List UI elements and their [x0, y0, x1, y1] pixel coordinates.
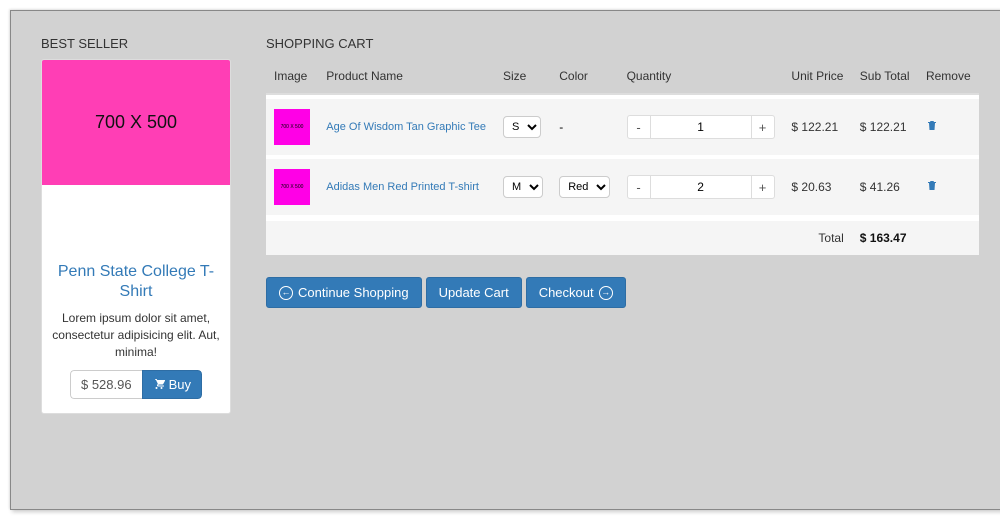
best-seller-card: 700 X 500 Penn State College T-Shirt Lor…: [41, 59, 231, 414]
col-sub-total: Sub Total: [852, 59, 918, 95]
table-row: 700 X 500 Age Of Wisdom Tan Graphic Tee …: [266, 95, 979, 155]
item-thumb: 700 X 500: [274, 169, 310, 205]
item-sub-total: $ 122.21: [852, 95, 918, 155]
cart-icon: [153, 377, 165, 392]
continue-label: Continue Shopping: [298, 285, 409, 300]
qty-input[interactable]: [651, 115, 751, 139]
app-frame: BEST SELLER 700 X 500 Penn State College…: [10, 10, 1000, 510]
item-name-link[interactable]: Adidas Men Red Printed T-shirt: [326, 181, 479, 193]
cart-title: SHOPPING CART: [266, 36, 979, 51]
item-color: -: [559, 120, 563, 134]
product-description: Lorem ipsum dolor sit amet, consectetur …: [52, 310, 220, 360]
col-quantity: Quantity: [619, 59, 784, 95]
cart-table: Image Product Name Size Color Quantity U…: [266, 59, 979, 255]
quantity-stepper: - +: [627, 175, 775, 199]
size-select[interactable]: S: [503, 116, 541, 138]
item-unit-price: $ 122.21: [783, 95, 851, 155]
col-remove: Remove: [918, 59, 979, 95]
col-product-name: Product Name: [318, 59, 495, 95]
action-bar: ← Continue Shopping Update Cart Checkout…: [266, 277, 979, 308]
col-unit-price: Unit Price: [783, 59, 851, 95]
table-row: 700 X 500 Adidas Men Red Printed T-shirt…: [266, 155, 979, 215]
item-name-link[interactable]: Age Of Wisdom Tan Graphic Tee: [326, 121, 486, 133]
total-value: $ 163.47: [852, 215, 918, 255]
product-image-placeholder: 700 X 500: [42, 60, 230, 185]
total-label: Total: [266, 215, 852, 255]
quantity-stepper: - +: [627, 115, 775, 139]
trash-icon[interactable]: [926, 120, 938, 135]
arrow-left-circle-icon: ←: [279, 286, 293, 300]
price-row: $ 528.96 Buy: [70, 370, 202, 399]
sidebar-title: BEST SELLER: [41, 36, 231, 51]
buy-button[interactable]: Buy: [142, 370, 202, 399]
checkout-button[interactable]: Checkout →: [526, 277, 626, 308]
qty-increase-button[interactable]: +: [751, 175, 775, 199]
col-color: Color: [551, 59, 618, 95]
update-label: Update Cart: [439, 285, 509, 300]
item-thumb: 700 X 500: [274, 109, 310, 145]
product-title[interactable]: Penn State College T-Shirt: [52, 262, 220, 302]
color-select[interactable]: Red: [559, 176, 610, 198]
checkout-label: Checkout: [539, 285, 594, 300]
col-size: Size: [495, 59, 551, 95]
qty-decrease-button[interactable]: -: [627, 175, 651, 199]
qty-decrease-button[interactable]: -: [627, 115, 651, 139]
item-sub-total: $ 41.26: [852, 155, 918, 215]
buy-button-label: Buy: [169, 377, 191, 392]
total-row: Total $ 163.47: [266, 215, 979, 255]
arrow-right-circle-icon: →: [599, 286, 613, 300]
layout: BEST SELLER 700 X 500 Penn State College…: [41, 36, 979, 414]
qty-increase-button[interactable]: +: [751, 115, 775, 139]
qty-input[interactable]: [651, 175, 751, 199]
continue-shopping-button[interactable]: ← Continue Shopping: [266, 277, 422, 308]
table-header-row: Image Product Name Size Color Quantity U…: [266, 59, 979, 95]
sidebar: BEST SELLER 700 X 500 Penn State College…: [41, 36, 231, 414]
product-price: $ 528.96: [70, 370, 142, 399]
trash-icon[interactable]: [926, 180, 938, 195]
size-select[interactable]: M: [503, 176, 543, 198]
col-image: Image: [266, 59, 318, 95]
main: SHOPPING CART Image Product Name Size Co…: [266, 36, 979, 414]
card-body: Penn State College T-Shirt Lorem ipsum d…: [42, 185, 230, 413]
item-unit-price: $ 20.63: [783, 155, 851, 215]
update-cart-button[interactable]: Update Cart: [426, 277, 522, 308]
